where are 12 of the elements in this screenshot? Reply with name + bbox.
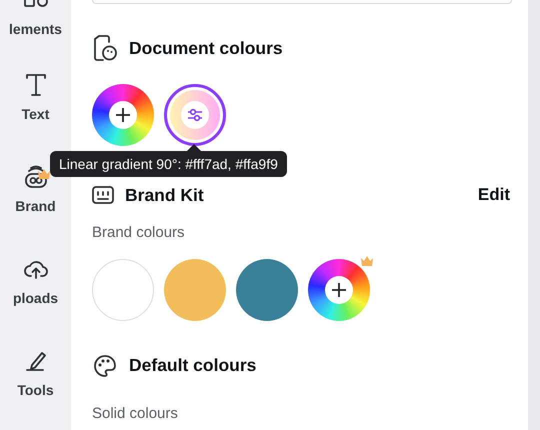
edit-link[interactable]: Edit <box>478 182 510 208</box>
sidebar-item-label[interactable]: ploads <box>12 288 58 308</box>
section-heading: Default colours <box>129 354 256 378</box>
section-heading: Document colours <box>129 36 283 60</box>
sidebar-item-label[interactable]: Tools <box>17 380 54 400</box>
sidebar-item-label[interactable]: Brand <box>15 196 56 216</box>
subheading: Solid colours <box>92 404 179 424</box>
sidebar-item-label[interactable]: lements <box>9 18 62 40</box>
section-heading: Brand Kit <box>125 184 204 207</box>
sidebar-item-label[interactable]: Text <box>22 104 50 124</box>
tooltip: Linear gradient 90°: #fff7ad, #ffa9f9 <box>50 151 287 177</box>
subheading: Brand colours <box>92 223 186 243</box>
